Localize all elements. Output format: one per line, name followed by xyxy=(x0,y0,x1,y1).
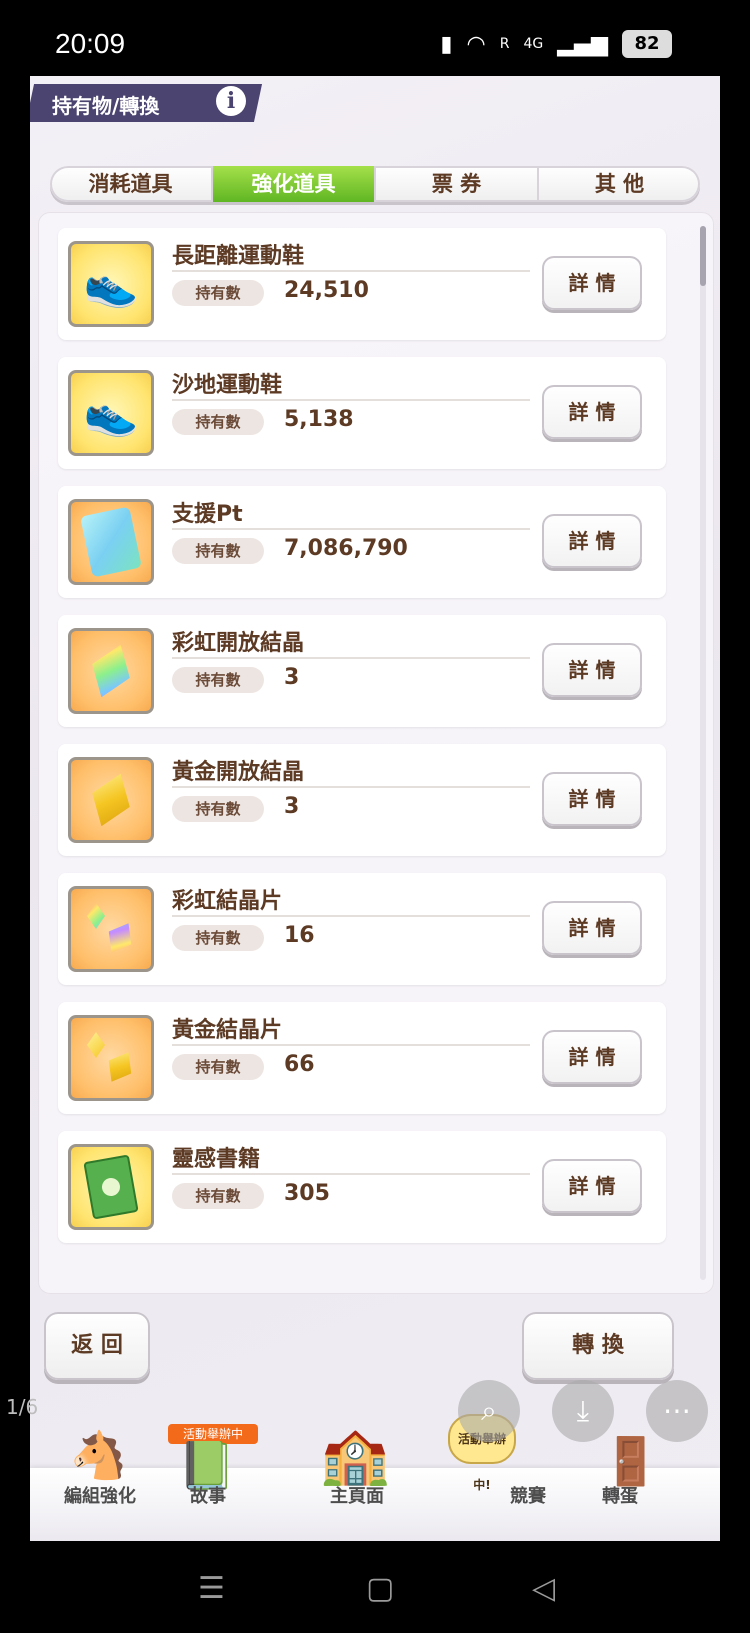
owned-badge: 持有數 xyxy=(172,1054,264,1080)
list-item: 黃金結晶片 持有數 66 詳 情 xyxy=(58,1002,666,1114)
gold-crystal-icon xyxy=(68,757,154,843)
status-icons: ▮ ◠ R 4G ▂▄▆ 82 xyxy=(440,30,672,58)
owned-badge: 持有數 xyxy=(172,538,264,564)
owned-count: 3 xyxy=(284,665,300,690)
divider xyxy=(172,786,530,788)
item-list[interactable]: 👟 長距離運動鞋 持有數 24,510 詳 情 👟 沙地運動鞋 持有數 5,13… xyxy=(38,212,714,1294)
owned-badge: 持有數 xyxy=(172,1183,264,1209)
category-tabs: 消耗道具 強化道具 票 券 其 他 xyxy=(50,166,700,202)
system-nav-bar: ☰ ▢ ◁ xyxy=(0,1541,750,1633)
character-icon: 🐴 xyxy=(70,1428,128,1482)
owned-count: 3 xyxy=(284,794,300,819)
bottom-nav: 活動舉辦中 活動舉辦中! 🐴 編組強化 📗 故事 🏫 主頁面 競賽 🚪 轉蛋 xyxy=(30,1408,720,1541)
tab-enhancement[interactable]: 強化道具 xyxy=(213,166,376,202)
back-button[interactable]: 返 回 xyxy=(44,1312,150,1380)
nav-race[interactable]: 競賽 xyxy=(510,1482,546,1508)
status-bar: 20:09 ▮ ◠ R 4G ▂▄▆ 82 xyxy=(0,0,750,76)
page-indicator: 1/6 xyxy=(6,1395,39,1419)
lens-search-icon[interactable]: ⌕ xyxy=(458,1380,520,1442)
item-name: 黃金結晶片 xyxy=(172,1018,283,1043)
list-item: 黃金開放結晶 持有數 3 詳 情 xyxy=(58,744,666,856)
list-item: 彩虹開放結晶 持有數 3 詳 情 xyxy=(58,615,666,727)
more-icon[interactable]: ⋯ xyxy=(646,1380,708,1442)
detail-button[interactable]: 詳 情 xyxy=(542,514,642,568)
rainbow-crystal-icon xyxy=(68,628,154,714)
vibrate-icon: ▮ xyxy=(440,31,453,57)
tab-tickets[interactable]: 票 券 xyxy=(376,166,539,202)
divider xyxy=(172,1173,530,1175)
nav-gacha[interactable]: 轉蛋 xyxy=(602,1482,638,1508)
owned-badge: 持有數 xyxy=(172,925,264,951)
gold-shard-icon xyxy=(68,1015,154,1101)
page-title: 持有物/轉換 xyxy=(52,94,160,118)
detail-button[interactable]: 詳 情 xyxy=(542,1159,642,1213)
divider xyxy=(172,915,530,917)
divider xyxy=(172,528,530,530)
owned-badge: 持有數 xyxy=(172,667,264,693)
owned-count: 24,510 xyxy=(284,278,369,303)
game-screen: 持有物/轉換 i 消耗道具 強化道具 票 券 其 他 👟 長距離運動鞋 持有數 … xyxy=(30,76,720,1541)
menu-icon[interactable]: ☰ xyxy=(198,1571,225,1606)
owned-badge: 持有數 xyxy=(172,409,264,435)
owned-count: 16 xyxy=(284,923,315,948)
nav-story[interactable]: 故事 xyxy=(190,1482,226,1508)
owned-count: 66 xyxy=(284,1052,315,1077)
convert-button[interactable]: 轉 換 xyxy=(522,1312,674,1380)
download-icon[interactable]: ⤓ xyxy=(552,1380,614,1442)
divider xyxy=(172,399,530,401)
detail-button[interactable]: 詳 情 xyxy=(542,385,642,439)
divider xyxy=(172,270,530,272)
item-name: 長距離運動鞋 xyxy=(172,244,305,269)
scroll-thumb[interactable] xyxy=(700,226,706,286)
support-card-icon xyxy=(68,499,154,585)
detail-button[interactable]: 詳 情 xyxy=(542,1030,642,1084)
item-name: 黃金開放結晶 xyxy=(172,760,305,785)
detail-button[interactable]: 詳 情 xyxy=(542,256,642,310)
info-icon[interactable]: i xyxy=(216,86,246,116)
red-shoes-icon: 👟 xyxy=(68,370,154,456)
list-item: 支援Pt 持有數 7,086,790 詳 情 xyxy=(58,486,666,598)
inspiration-book-icon xyxy=(68,1144,154,1230)
divider xyxy=(172,657,530,659)
battery-indicator: 82 xyxy=(622,30,672,58)
nav-team-boost[interactable]: 編組強化 xyxy=(64,1482,136,1508)
detail-button[interactable]: 詳 情 xyxy=(542,901,642,955)
list-item: 👟 沙地運動鞋 持有數 5,138 詳 情 xyxy=(58,357,666,469)
list-item: 靈感書籍 持有數 305 詳 情 xyxy=(58,1131,666,1243)
tab-consumables[interactable]: 消耗道具 xyxy=(50,166,213,202)
signal-icon: ▂▄▆ xyxy=(557,31,608,57)
home-square-icon[interactable]: ▢ xyxy=(366,1571,394,1606)
status-time: 20:09 xyxy=(55,28,126,59)
roaming-label: R xyxy=(499,36,510,52)
detail-button[interactable]: 詳 情 xyxy=(542,643,642,697)
network-label: 4G xyxy=(523,36,544,52)
back-triangle-icon[interactable]: ◁ xyxy=(532,1571,555,1606)
tab-other[interactable]: 其 他 xyxy=(539,166,700,202)
nav-home[interactable]: 主頁面 xyxy=(330,1482,384,1508)
item-name: 支援Pt xyxy=(172,502,243,527)
wifi-icon: ◠ xyxy=(466,31,486,57)
owned-count: 305 xyxy=(284,1181,330,1206)
list-item: 彩虹結晶片 持有數 16 詳 情 xyxy=(58,873,666,985)
detail-button[interactable]: 詳 情 xyxy=(542,772,642,826)
home-building-icon: 🏫 xyxy=(320,1423,390,1488)
list-scrollbar[interactable] xyxy=(700,226,706,1280)
owned-badge: 持有數 xyxy=(172,796,264,822)
blue-shoes-icon: 👟 xyxy=(68,241,154,327)
gacha-door-icon: 🚪 xyxy=(602,1434,660,1488)
rainbow-shard-icon xyxy=(68,886,154,972)
item-name: 彩虹開放結晶 xyxy=(172,631,305,656)
item-name: 彩虹結晶片 xyxy=(172,889,283,914)
owned-count: 5,138 xyxy=(284,407,354,432)
item-name: 靈感書籍 xyxy=(172,1147,261,1172)
item-name: 沙地運動鞋 xyxy=(172,373,283,398)
divider xyxy=(172,1044,530,1046)
owned-count: 7,086,790 xyxy=(284,536,408,561)
list-item: 👟 長距離運動鞋 持有數 24,510 詳 情 xyxy=(58,228,666,340)
owned-badge: 持有數 xyxy=(172,280,264,306)
